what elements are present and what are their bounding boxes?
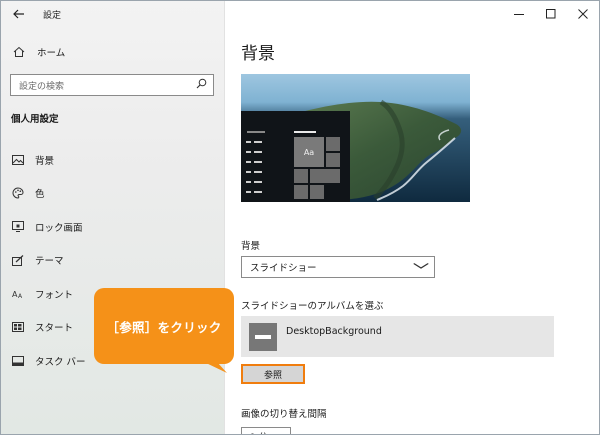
search-icon[interactable] bbox=[196, 78, 207, 92]
preview-tile bbox=[294, 185, 308, 199]
minimize-icon[interactable] bbox=[503, 1, 535, 27]
sidebar-item-home[interactable]: ホーム bbox=[1, 39, 225, 65]
preview-tile bbox=[310, 185, 324, 199]
preview-tile bbox=[294, 169, 308, 183]
page-title: 背景 bbox=[241, 44, 275, 64]
sidebar-item-label: タスク バー bbox=[35, 356, 86, 368]
preview-tile bbox=[310, 169, 340, 183]
taskbar-icon bbox=[1, 355, 35, 366]
preview-line bbox=[254, 141, 262, 143]
background-preview: Aa bbox=[241, 74, 470, 202]
folder-icon bbox=[249, 322, 277, 351]
window-controls bbox=[503, 1, 599, 27]
preview-line bbox=[254, 191, 262, 193]
sidebar-item-label: 背景 bbox=[35, 155, 55, 167]
preview-dot bbox=[246, 191, 251, 193]
preview-dot bbox=[246, 181, 251, 183]
svg-text:A: A bbox=[18, 293, 23, 299]
main-content: 背景 Aa 背景 スライドショー スライドショーのアルバムを選ぶ Desktop… bbox=[226, 1, 599, 434]
preview-line bbox=[254, 181, 262, 183]
app-title: 設定 bbox=[43, 10, 62, 21]
preview-line bbox=[247, 131, 265, 133]
album-name: DesktopBackground bbox=[286, 326, 382, 337]
background-dropdown-value: スライドショー bbox=[250, 263, 317, 274]
section-title: 個人用設定 bbox=[11, 114, 59, 125]
sidebar-item-label: テーマ bbox=[35, 256, 64, 268]
sidebar-item-label: フォント bbox=[35, 289, 74, 301]
search-placeholder: 設定の検索 bbox=[19, 81, 65, 92]
callout-annotation: ［参照］をクリック bbox=[94, 288, 234, 364]
close-icon[interactable] bbox=[567, 1, 599, 27]
album-label: スライドショーのアルバムを選ぶ bbox=[241, 301, 384, 312]
sidebar-item-label: ロック画面 bbox=[35, 222, 83, 234]
start-menu-preview: Aa bbox=[241, 111, 350, 202]
preview-line bbox=[254, 151, 262, 153]
start-icon bbox=[1, 322, 35, 333]
preview-tile bbox=[326, 153, 340, 167]
image-icon bbox=[1, 154, 35, 165]
interval-label: 画像の切り替え間隔 bbox=[241, 409, 327, 420]
title-bar: 設定 bbox=[1, 1, 225, 27]
background-label: 背景 bbox=[241, 241, 261, 252]
maximize-icon[interactable] bbox=[535, 1, 567, 27]
sidebar-item-label: スタート bbox=[35, 323, 74, 335]
preview-line bbox=[294, 131, 316, 133]
chevron-down-icon bbox=[413, 262, 429, 272]
preview-dot bbox=[246, 161, 251, 163]
sidebar-item-label: 色 bbox=[35, 189, 45, 201]
album-item[interactable]: DesktopBackground bbox=[241, 316, 554, 357]
font-icon: AA bbox=[1, 289, 35, 299]
preview-tile-sample: Aa bbox=[294, 137, 324, 167]
preview-dot bbox=[246, 151, 251, 153]
preview-line bbox=[254, 171, 262, 173]
theme-icon bbox=[1, 254, 35, 266]
lock-screen-icon bbox=[1, 221, 35, 233]
home-icon bbox=[1, 46, 37, 58]
interval-dropdown[interactable]: 1 分 bbox=[241, 427, 291, 434]
preview-tile bbox=[326, 137, 340, 151]
sidebar-item-lock-screen[interactable]: ロック画面 bbox=[1, 210, 225, 244]
sidebar-item-background[interactable]: 背景 bbox=[1, 143, 225, 177]
sidebar-item-theme[interactable]: テーマ bbox=[1, 244, 225, 278]
browse-button[interactable]: 参照 bbox=[241, 364, 305, 384]
preview-dot bbox=[246, 141, 251, 143]
back-arrow-icon[interactable] bbox=[1, 1, 37, 27]
settings-window: 設定 ホーム 設定の検索 個人用設定 背景 色 ロック画面 テーマ A A フォ… bbox=[0, 0, 600, 435]
palette-icon bbox=[1, 187, 35, 199]
sidebar-item-color[interactable]: 色 bbox=[1, 177, 225, 211]
background-dropdown[interactable]: スライドショー bbox=[241, 256, 435, 278]
preview-line bbox=[254, 161, 262, 163]
preview-dot bbox=[246, 171, 251, 173]
search-input[interactable]: 設定の検索 bbox=[10, 74, 214, 96]
home-label: ホーム bbox=[37, 48, 66, 59]
